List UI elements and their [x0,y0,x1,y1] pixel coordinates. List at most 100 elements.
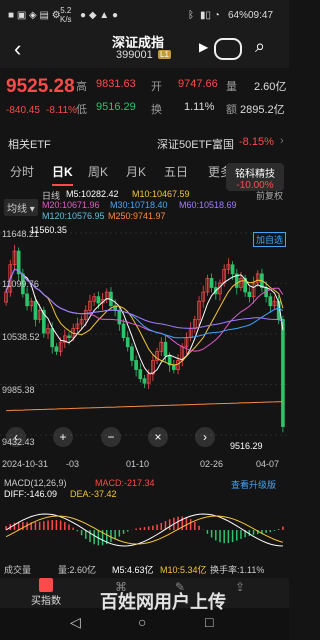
back-icon[interactable]: ‹ [14,36,21,62]
status-bar: ■ ▣ ◈ ▤ ⚙ 5.2 K/s ● ◆ ▲ ● ᛒ ▮▯ ◔ 64% 09:4… [0,0,289,32]
price-change: -840.45 [6,105,40,116]
share-icon[interactable]: ⇪ [235,580,245,594]
candle [247,291,252,298]
candle [142,378,147,384]
candles [4,244,285,433]
tab-daily-k[interactable]: 日K [52,163,73,186]
macd-svg [5,513,284,547]
add-watchlist-button[interactable]: 加自选 [253,232,287,247]
ma5-label: M5:10282.42 [66,189,119,199]
candle [138,369,143,380]
price-change-pct: -8.11% [46,105,77,116]
candle [125,337,130,348]
assistant-icon[interactable] [214,38,242,60]
amount-label: 额 [226,104,237,116]
tab-five-day[interactable]: 五日 [164,163,188,180]
etf-change: -8.15% [239,136,274,148]
next-icon[interactable]: ▶ [199,40,208,54]
reset-button[interactable]: × [148,427,168,447]
home-nav-icon[interactable]: ○ [138,614,146,630]
buy-index-button[interactable]: 买指数 [28,578,64,607]
candle [50,328,55,348]
recents-nav-icon[interactable]: □ [205,614,213,630]
kline-chart-area[interactable]: 日线 M5:10282.42 M10:10467.59 前复权 均线 ▾ M20… [0,187,289,472]
ma250-label: M250:9741.97 [108,211,166,221]
chart-grid [0,232,289,436]
candle [230,264,235,275]
signal-icon: ▮▯ ◔ [200,10,220,21]
y-label-1: 11099.76 [2,279,39,289]
x-label-2: 01-10 [126,459,150,469]
ma250-line [6,401,283,412]
bluetooth-icon: ᛒ [188,10,194,21]
volume-value: 2.60亿 [254,81,287,93]
turnover-label: 换 [151,104,162,116]
turnover-value: 1.11% [184,101,215,113]
line-type-selector[interactable]: 均线 ▾ [4,199,38,216]
candle [54,346,59,352]
moving-averages [5,268,284,412]
diff-value: DIFF:-146.09 [4,489,58,499]
ma120-label: M120:10576.95 [42,211,105,221]
chevron-right-icon: › [280,135,284,147]
stock-popup[interactable]: 铭科精技 -10.00% [226,163,284,191]
macd-label[interactable]: MACD(12,26,9) [4,478,67,488]
candle [209,278,214,288]
popup-name: 铭科精技 [235,169,275,180]
low-value: 9516.29 [96,101,136,113]
related-etf-label: 相关ETF [8,139,51,151]
candle [25,293,29,307]
tab-monthly-k[interactable]: 月K [126,163,146,180]
x-label-4: 04-07 [256,459,280,469]
volume-indicator-value: 量:2.60亿 [58,565,97,575]
macd-panel[interactable]: MACD(12,26,9) MACD:-217.34 查看升级版 DIFF:-1… [0,476,289,558]
candle [163,341,168,357]
y-label-3: 9985.38 [2,385,35,395]
candle [130,346,134,361]
scroll-left-button[interactable]: ‹ [6,427,26,447]
candle [96,296,101,304]
battery-level: 64% [228,10,249,21]
ma10-label: M10:10467.59 [132,189,190,199]
kline-svg[interactable] [0,225,289,443]
status-icons: ● ◆ ▲ ● [80,10,119,21]
candle [33,300,38,320]
candle [117,309,122,325]
zoom-out-button[interactable]: − [101,427,121,447]
scroll-right-button[interactable]: › [195,427,215,447]
status-time: 09:47 [248,10,274,21]
etf-name[interactable]: 深证50ETF富国 [157,136,234,152]
low-label: 低 [76,104,87,116]
related-etf-row[interactable]: 相关ETF 深证50ETF富国 -8.15% › [0,126,289,156]
candle [121,323,126,339]
tab-weekly-k[interactable]: 周K [88,163,108,180]
quote-panel: 9525.28 -840.45 -8.11% 高 9831.63 开 9747.… [0,68,289,126]
volume-indicator-label[interactable]: 成交量 [4,563,31,576]
upgrade-link[interactable]: 查看升级版 [231,478,276,491]
ma60-label: M60:10518.69 [179,200,237,210]
volume-label: 量 [226,81,237,93]
high-annotation: 11560.35 [30,225,67,235]
line-type-label: 均线 [7,204,27,215]
level-badge: L1 [158,50,171,59]
volume-row: 成交量 量:2.60亿 M5:4.63亿 M10:5.34亿 换手率:1.11% [0,560,289,578]
volume-ma5: M5:4.63亿 [112,565,154,575]
tab-intraday[interactable]: 分时 [10,163,34,180]
candle [67,335,71,339]
candle [134,360,138,370]
ma5-line [5,268,284,374]
network-speed: 5.2 K/s [60,6,72,24]
current-price: 9525.28 [6,76,75,97]
zoom-in-button[interactable]: + [53,427,73,447]
ma30-label: M30:10718.40 [110,200,168,210]
app-icons: ■ ▣ ◈ ▤ ⚙ [8,10,61,21]
ma20-line [5,268,284,352]
low-annotation: 9516.29 [230,441,263,451]
search-icon[interactable]: ⌕ [255,36,265,57]
high-value: 9831.63 [96,78,136,90]
ma30-line [5,268,284,339]
back-nav-icon[interactable]: ◁ [70,614,81,631]
y-label-2: 10538.52 [2,332,40,342]
macd-value: MACD:-217.34 [95,478,155,488]
open-label: 开 [151,81,162,93]
